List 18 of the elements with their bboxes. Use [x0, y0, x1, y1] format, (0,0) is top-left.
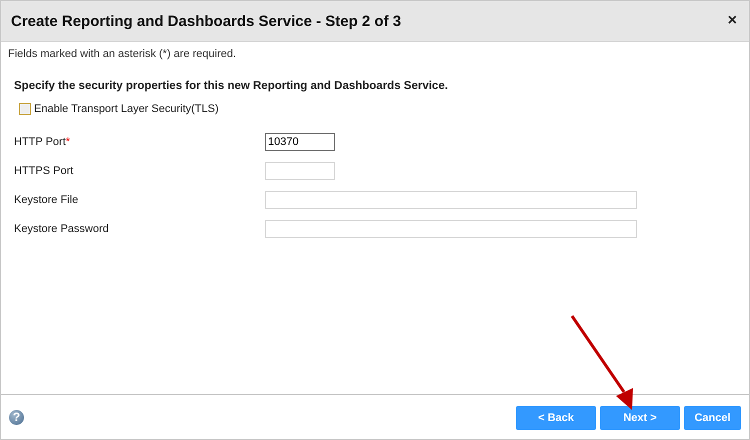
- input-field[interactable]: [265, 220, 637, 238]
- field-label: Keystore File: [14, 194, 80, 206]
- field-label: HTTPS Port: [14, 164, 74, 176]
- close-button[interactable]: ×: [726, 12, 739, 30]
- checkbox-label: Enable Transport Layer Security(TLS): [34, 103, 219, 115]
- field-label: HTTP Port*: [14, 136, 72, 148]
- section-heading: Specify the security properties for this new Reporting and Dashboards Service.: [14, 80, 449, 92]
- input-field[interactable]: 10370: [265, 132, 335, 150]
- checkbox[interactable]: [19, 103, 31, 115]
- input-field[interactable]: [265, 190, 637, 208]
- next-button[interactable]: Next >: [600, 406, 680, 430]
- field-label: Keystore Password: [14, 222, 110, 234]
- cancel-button[interactable]: Cancel: [684, 406, 741, 430]
- window-title: Create Reporting and Dashboards Service - Step 2 of 3: [11, 12, 402, 30]
- back-button[interactable]: < Back: [516, 406, 596, 430]
- help-icon[interactable]: ?: [9, 410, 24, 424]
- required-note: Fields marked with an asterisk (*) are required.: [8, 48, 238, 60]
- input-field[interactable]: [265, 162, 335, 180]
